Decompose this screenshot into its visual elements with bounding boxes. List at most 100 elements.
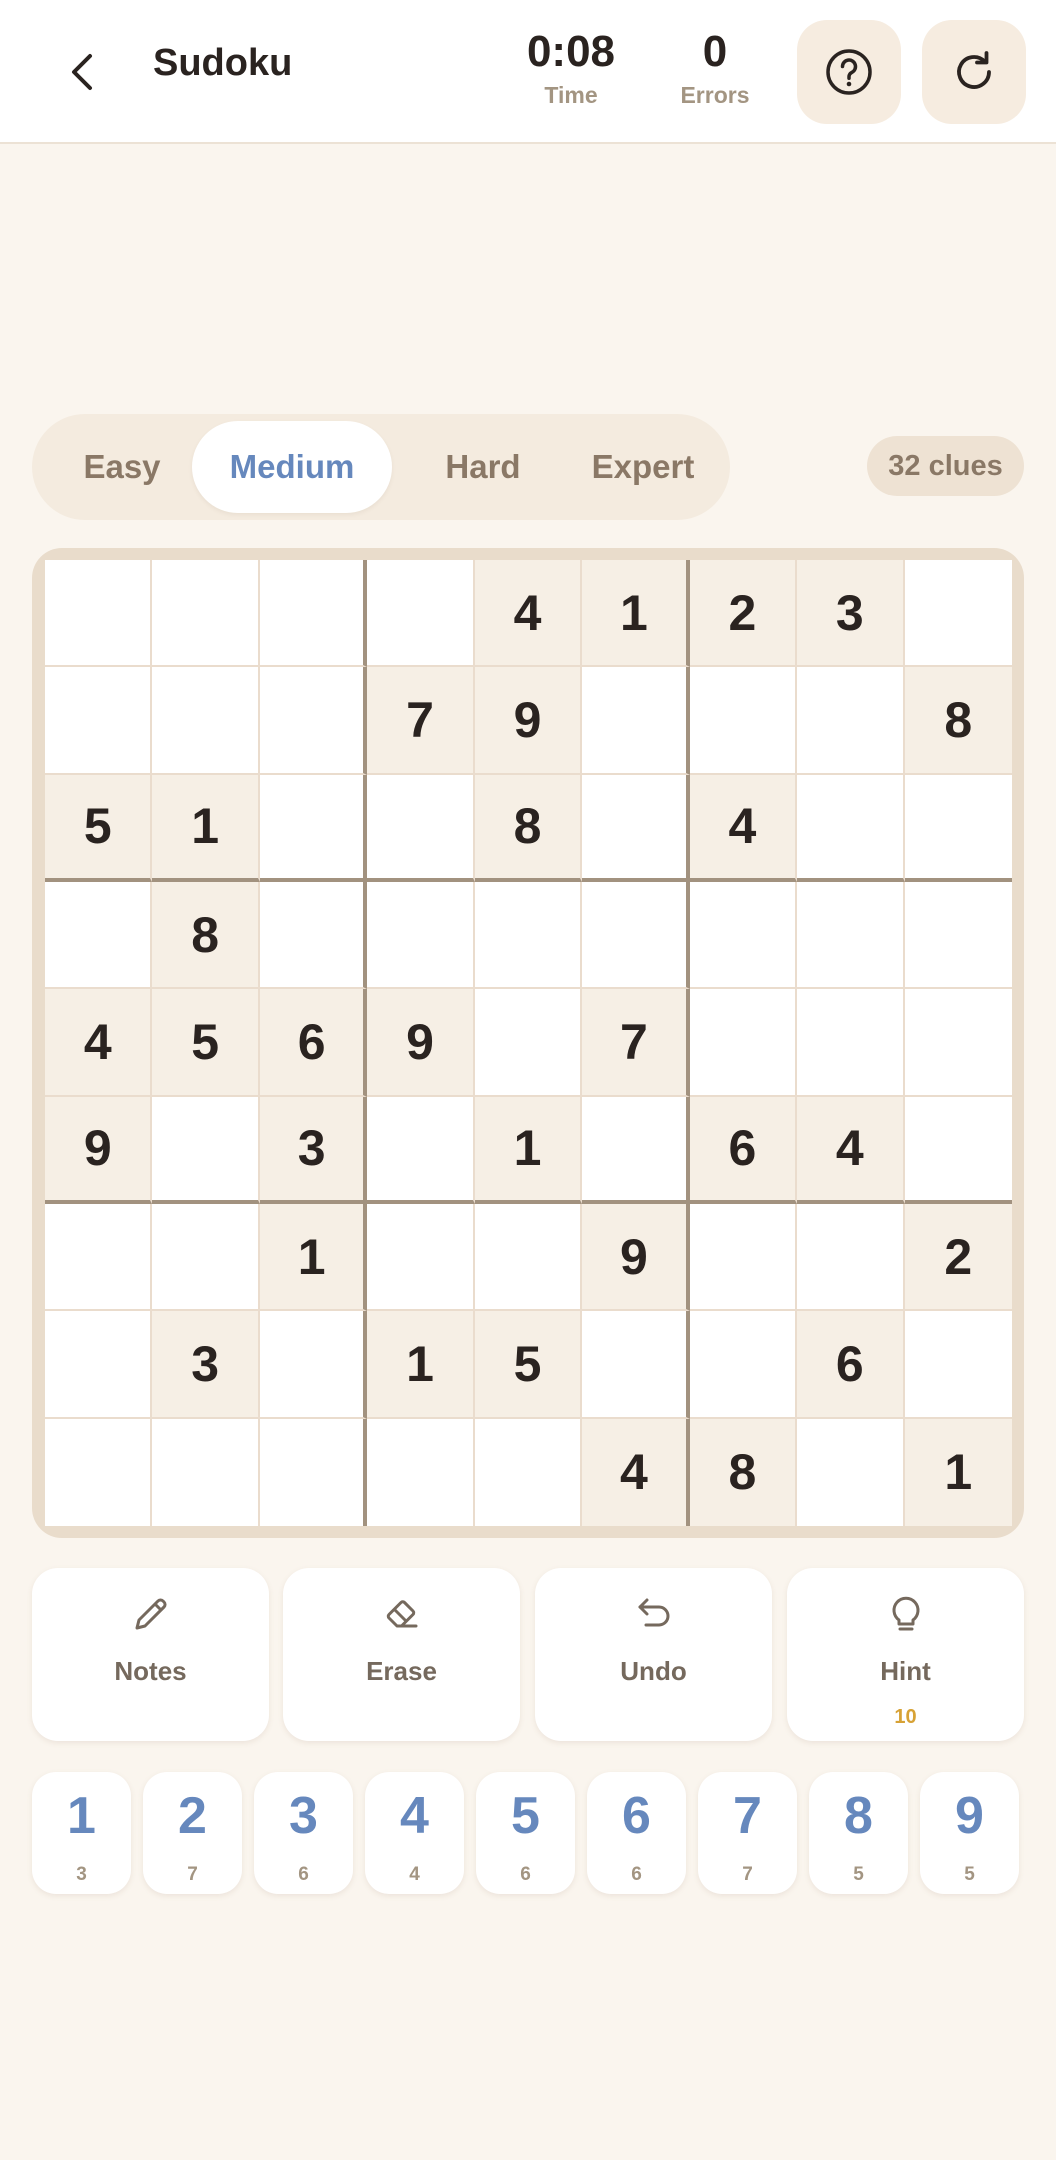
board-cell[interactable]: 8	[152, 882, 260, 990]
board-cell[interactable]	[367, 774, 475, 882]
number-key-9[interactable]: 95	[920, 1772, 1019, 1894]
board-cell[interactable]	[582, 1311, 690, 1419]
board-cell[interactable]: 1	[582, 560, 690, 668]
board-cell[interactable]	[367, 882, 475, 990]
board-cell[interactable]	[474, 1204, 583, 1312]
hint-button[interactable]: Hint 10	[787, 1568, 1024, 1741]
board-cell[interactable]: 9	[45, 1096, 153, 1204]
board-cell[interactable]	[689, 882, 798, 990]
board-cell[interactable]	[904, 1096, 1012, 1204]
board-cell[interactable]: 8	[474, 774, 583, 882]
board-cell[interactable]: 3	[797, 560, 905, 668]
board-cell[interactable]	[45, 667, 153, 775]
board-cell[interactable]	[152, 560, 260, 668]
board-cell[interactable]	[904, 774, 1012, 882]
board-cell[interactable]	[367, 1096, 475, 1204]
tab-expert[interactable]: Expert	[564, 421, 722, 513]
board-cell[interactable]	[797, 882, 905, 990]
number-key-7[interactable]: 77	[698, 1772, 797, 1894]
back-button[interactable]	[50, 40, 114, 104]
board-cell[interactable]	[904, 1311, 1012, 1419]
board-cell[interactable]	[367, 1204, 475, 1312]
board-cell[interactable]	[797, 774, 905, 882]
number-key-6[interactable]: 66	[587, 1772, 686, 1894]
restart-button[interactable]	[922, 20, 1026, 124]
board-cell[interactable]	[904, 882, 1012, 990]
board-cell[interactable]	[797, 1418, 905, 1526]
board-cell[interactable]: 1	[474, 1096, 583, 1204]
board-cell[interactable]	[797, 667, 905, 775]
number-key-4[interactable]: 44	[365, 1772, 464, 1894]
board-cell[interactable]	[797, 1204, 905, 1312]
erase-button[interactable]: Erase	[283, 1568, 520, 1741]
number-key-2[interactable]: 27	[143, 1772, 242, 1894]
board-cell[interactable]: 7	[582, 989, 690, 1097]
board-cell[interactable]: 2	[689, 560, 798, 668]
board-cell[interactable]: 4	[474, 560, 583, 668]
board-cell[interactable]: 7	[367, 667, 475, 775]
board-cell[interactable]: 3	[259, 1096, 368, 1204]
tab-medium[interactable]: Medium	[192, 421, 392, 513]
board-cell[interactable]: 6	[797, 1311, 905, 1419]
board-cell[interactable]: 4	[45, 989, 153, 1097]
board-cell[interactable]	[582, 1096, 690, 1204]
board-cell[interactable]	[689, 667, 798, 775]
board-cell[interactable]: 9	[474, 667, 583, 775]
board-cell[interactable]	[259, 1418, 368, 1526]
board-cell[interactable]: 6	[259, 989, 368, 1097]
board-cell[interactable]	[45, 1311, 153, 1419]
board-cell[interactable]	[152, 667, 260, 775]
undo-button[interactable]: Undo	[535, 1568, 772, 1741]
board-cell[interactable]	[582, 667, 690, 775]
board-cell[interactable]	[152, 1418, 260, 1526]
tab-easy[interactable]: Easy	[42, 421, 202, 513]
board-cell[interactable]	[45, 882, 153, 990]
board-cell[interactable]	[259, 667, 368, 775]
board-cell[interactable]: 1	[367, 1311, 475, 1419]
board-cell[interactable]	[797, 989, 905, 1097]
board-cell[interactable]: 4	[689, 774, 798, 882]
board-cell[interactable]: 9	[582, 1204, 690, 1312]
number-key-8[interactable]: 85	[809, 1772, 908, 1894]
board-cell[interactable]: 1	[904, 1418, 1012, 1526]
tab-hard[interactable]: Hard	[400, 421, 566, 513]
board-cell[interactable]	[689, 1311, 798, 1419]
board-cell[interactable]	[582, 774, 690, 882]
board-cell[interactable]	[689, 1204, 798, 1312]
number-key-3[interactable]: 36	[254, 1772, 353, 1894]
board-cell[interactable]	[367, 1418, 475, 1526]
board-cell[interactable]: 8	[689, 1418, 798, 1526]
help-button[interactable]	[797, 20, 901, 124]
board-cell[interactable]: 6	[689, 1096, 798, 1204]
board-cell[interactable]: 2	[904, 1204, 1012, 1312]
board-cell[interactable]: 5	[45, 774, 153, 882]
board-cell[interactable]	[474, 989, 583, 1097]
board-cell[interactable]	[45, 1418, 153, 1526]
board-cell[interactable]	[45, 1204, 153, 1312]
board-cell[interactable]	[259, 1311, 368, 1419]
notes-button[interactable]: Notes	[32, 1568, 269, 1741]
board-cell[interactable]	[904, 989, 1012, 1097]
board-cell[interactable]: 5	[474, 1311, 583, 1419]
board-cell[interactable]	[259, 882, 368, 990]
board-cell[interactable]	[152, 1204, 260, 1312]
number-key-5[interactable]: 56	[476, 1772, 575, 1894]
board-cell[interactable]	[259, 774, 368, 882]
board-cell[interactable]	[689, 989, 798, 1097]
board-cell[interactable]	[45, 560, 153, 668]
board-cell[interactable]: 8	[904, 667, 1012, 775]
board-cell[interactable]: 5	[152, 989, 260, 1097]
number-key-1[interactable]: 13	[32, 1772, 131, 1894]
board-cell[interactable]: 4	[582, 1418, 690, 1526]
board-cell[interactable]	[152, 1096, 260, 1204]
board-cell[interactable]: 4	[797, 1096, 905, 1204]
board-cell[interactable]	[367, 560, 475, 668]
board-cell[interactable]	[474, 882, 583, 990]
board-cell[interactable]	[904, 560, 1012, 668]
board-cell[interactable]: 3	[152, 1311, 260, 1419]
board-cell[interactable]	[582, 882, 690, 990]
board-cell[interactable]	[474, 1418, 583, 1526]
board-cell[interactable]	[259, 560, 368, 668]
board-cell[interactable]: 9	[367, 989, 475, 1097]
board-cell[interactable]: 1	[259, 1204, 368, 1312]
